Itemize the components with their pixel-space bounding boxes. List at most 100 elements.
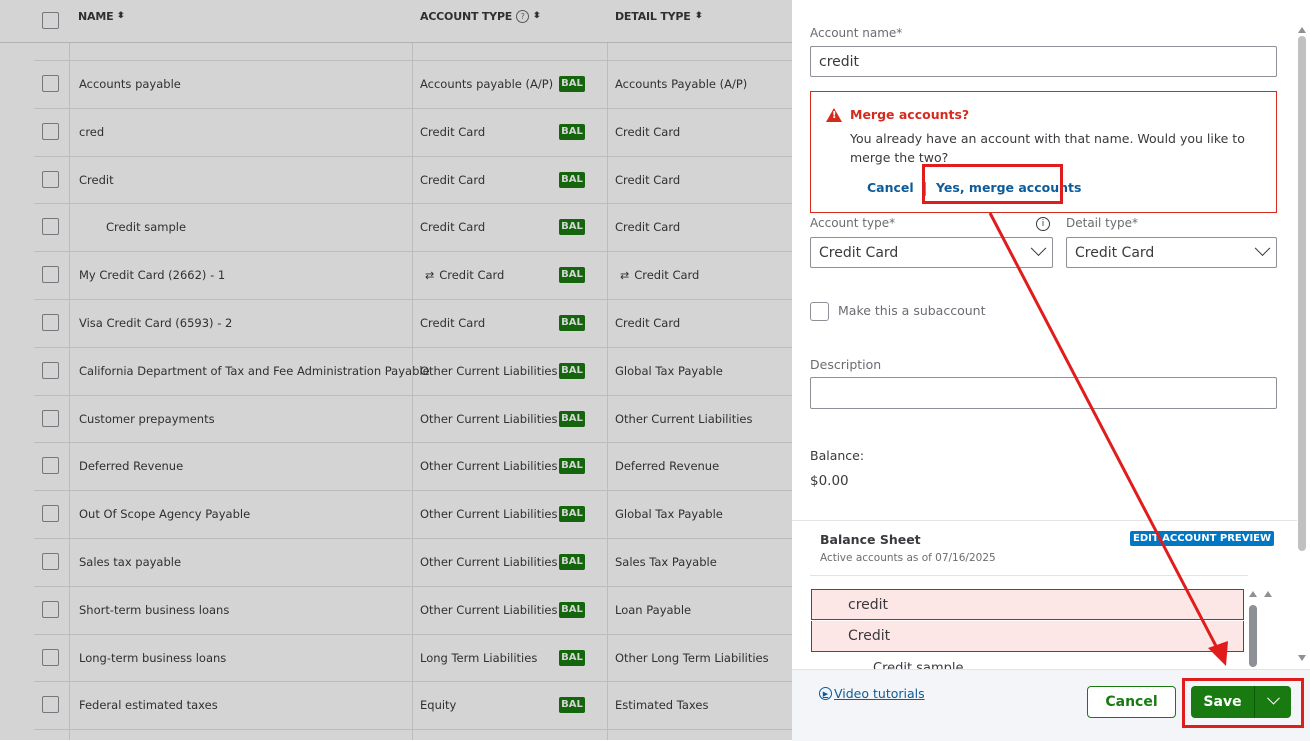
detail-type-cell: Estimated Taxes bbox=[615, 698, 708, 712]
detail-type-text: Estimated Taxes bbox=[615, 698, 709, 713]
table-row[interactable]: Long-term business loans Long Term Liabil… bbox=[0, 634, 792, 681]
detail-type-cell: Credit Card bbox=[615, 220, 680, 234]
table-row[interactable]: Credit Credit Card BAL Credit Card bbox=[0, 156, 792, 203]
bal-badge: BAL bbox=[559, 362, 585, 379]
cancel-button[interactable]: Cancel bbox=[1087, 686, 1176, 718]
detail-type-select[interactable]: Credit Card bbox=[1066, 237, 1277, 268]
detail-type-text: Global Tax Payable bbox=[615, 363, 723, 378]
account-name-label: Account name* bbox=[810, 26, 903, 40]
panel-footer: ▶ Video tutorials Cancel Save bbox=[792, 669, 1310, 741]
info-icon[interactable]: i bbox=[1036, 217, 1050, 231]
row-checkbox[interactable] bbox=[42, 170, 59, 188]
table-header: NAME ⬍ ACCOUNT TYPE ? ⬍ DETAIL TYPE ⬍ bbox=[0, 0, 792, 43]
row-checkbox[interactable] bbox=[42, 75, 59, 92]
bal-badge: BAL bbox=[559, 219, 585, 236]
subaccount-checkbox[interactable] bbox=[810, 302, 829, 321]
merge-cancel-link[interactable]: Cancel bbox=[867, 180, 914, 195]
scroll-down-icon[interactable] bbox=[1298, 655, 1306, 661]
row-checkbox[interactable] bbox=[42, 696, 59, 714]
table-row[interactable]: Accounts payable Accounts payable (A/P) BA… bbox=[0, 60, 792, 107]
balance-value: $0.00 bbox=[810, 473, 849, 489]
row-checkbox[interactable] bbox=[42, 314, 59, 331]
table-row[interactable]: Federal estimated taxes Equity BAL Estimate… bbox=[0, 681, 792, 728]
account-name-cell[interactable]: Customer prepayments bbox=[79, 412, 215, 426]
detail-type-text: Credit Card bbox=[634, 268, 700, 283]
account-type-cell: Other Current Liabilities bbox=[420, 364, 557, 378]
account-type-header-label: ACCOUNT TYPE bbox=[420, 10, 513, 23]
table-row[interactable]: Short-term business loans Other Current L… bbox=[0, 586, 792, 633]
account-edit-panel: Account name* credit ! Merge accounts? Y… bbox=[792, 0, 1310, 741]
account-type-column-header[interactable]: ACCOUNT TYPE ? ⬍ bbox=[420, 10, 541, 23]
panel-scrollbar[interactable] bbox=[1298, 36, 1306, 551]
preview-scroll-up-icon[interactable] bbox=[1249, 591, 1257, 597]
account-name-cell[interactable]: Deferred Revenue bbox=[79, 459, 183, 473]
scroll-up-icon[interactable] bbox=[1298, 27, 1306, 33]
sort-icon[interactable]: ⬍ bbox=[532, 12, 541, 21]
table-row[interactable]: Out Of Scope Agency Payable Other Current… bbox=[0, 490, 792, 537]
detail-type-text: Credit Card bbox=[615, 220, 681, 235]
account-name-cell[interactable]: Sales tax payable bbox=[79, 555, 181, 569]
row-checkbox[interactable] bbox=[42, 600, 59, 618]
preview-scroll-up-icon[interactable] bbox=[1264, 591, 1272, 597]
bal-badge: BAL bbox=[559, 601, 585, 618]
table-row[interactable]: Credit sample Credit Card BAL Credit Card bbox=[0, 203, 792, 250]
row-checkbox[interactable] bbox=[42, 409, 59, 427]
preview-scrollbar[interactable] bbox=[1249, 605, 1257, 667]
bal-badge: BAL bbox=[559, 267, 585, 284]
table-row[interactable]: Customer prepayments Other Current Liabil… bbox=[0, 395, 792, 442]
account-name-cell[interactable]: Credit sample bbox=[106, 220, 186, 234]
account-type-text: Other Current Liabilities bbox=[420, 507, 558, 522]
account-name-cell[interactable]: Accounts payable bbox=[79, 77, 181, 91]
row-checkbox[interactable] bbox=[42, 648, 59, 666]
account-type-text: Other Current Liabilities bbox=[420, 411, 558, 426]
table-row[interactable]: Deferred Revenue Other Current Liabilitie… bbox=[0, 442, 792, 489]
account-name-cell[interactable]: Visa Credit Card (6593) - 2 bbox=[79, 316, 232, 330]
account-type-select[interactable]: Credit Card bbox=[810, 237, 1053, 268]
detail-type-cell: Sales Tax Payable bbox=[615, 555, 717, 569]
table-row[interactable]: Sales tax payable Other Current Liabiliti… bbox=[0, 538, 792, 585]
account-type-text: Credit Card bbox=[420, 124, 486, 139]
account-type-value: Credit Card bbox=[819, 244, 899, 261]
account-name-cell[interactable]: Credit bbox=[79, 173, 114, 187]
detail-type-text: Deferred Revenue bbox=[615, 459, 720, 474]
table-row[interactable]: California Department of Tax and Fee Adm… bbox=[0, 347, 792, 394]
detail-type-text: Credit Card bbox=[615, 316, 681, 330]
table-row[interactable]: cred Credit Card BAL Credit Card bbox=[0, 108, 792, 155]
sort-icon[interactable]: ⬍ bbox=[117, 12, 126, 21]
row-checkbox[interactable] bbox=[42, 457, 59, 475]
account-name-cell[interactable]: Federal estimated taxes bbox=[79, 698, 218, 712]
row-checkbox[interactable] bbox=[42, 266, 59, 284]
detail-type-text: Global Tax Payable bbox=[615, 507, 723, 522]
edit-account-preview-button[interactable]: EDIT ACCOUNT PREVIEW bbox=[1130, 531, 1275, 546]
account-name-cell[interactable]: My Credit Card (2662) - 1 bbox=[79, 268, 225, 282]
account-type-cell: Other Current Liabilities bbox=[420, 507, 557, 521]
table-row[interactable]: My Credit Card (2662) - 1 ⇄ Credit Card BAL… bbox=[0, 251, 792, 298]
detail-type-cell: Credit Card bbox=[615, 316, 680, 330]
account-type-text: Other Current Liabilities bbox=[420, 363, 558, 378]
account-name-input[interactable]: credit bbox=[810, 46, 1277, 77]
row-checkbox[interactable] bbox=[42, 505, 59, 523]
account-name-cell[interactable]: California Department of Tax and Fee Adm… bbox=[79, 364, 430, 378]
row-checkbox[interactable] bbox=[42, 553, 59, 570]
detail-type-cell: Credit Card bbox=[615, 125, 680, 139]
accounts-table: NAME ⬍ ACCOUNT TYPE ? ⬍ DETAIL TYPE ⬍ Ac… bbox=[0, 0, 792, 740]
select-all-checkbox[interactable] bbox=[42, 12, 59, 29]
row-divider bbox=[34, 729, 792, 731]
name-column-header[interactable]: NAME ⬍ bbox=[78, 10, 126, 23]
video-tutorials-link[interactable]: ▶ Video tutorials bbox=[819, 686, 925, 701]
detail-type-cell: Loan Payable bbox=[615, 603, 691, 617]
table-row[interactable]: Visa Credit Card (6593) - 2 Credit Card BA… bbox=[0, 299, 792, 346]
detail-type-column-header[interactable]: DETAIL TYPE ⬍ bbox=[615, 10, 703, 23]
row-checkbox[interactable] bbox=[42, 218, 59, 236]
account-name-cell[interactable]: Long-term business loans bbox=[79, 651, 226, 665]
row-checkbox[interactable] bbox=[42, 122, 59, 140]
account-name-cell[interactable]: Out Of Scope Agency Payable bbox=[79, 507, 250, 521]
sort-icon[interactable]: ⬍ bbox=[694, 12, 703, 21]
description-input[interactable] bbox=[810, 377, 1277, 409]
account-name-cell[interactable]: cred bbox=[79, 125, 104, 139]
account-type-cell: Other Current Liabilities bbox=[420, 412, 557, 426]
account-name-cell[interactable]: Short-term business loans bbox=[79, 603, 229, 617]
help-icon[interactable]: ? bbox=[516, 10, 530, 23]
merge-title: Merge accounts? bbox=[850, 107, 970, 122]
row-checkbox[interactable] bbox=[42, 361, 59, 379]
